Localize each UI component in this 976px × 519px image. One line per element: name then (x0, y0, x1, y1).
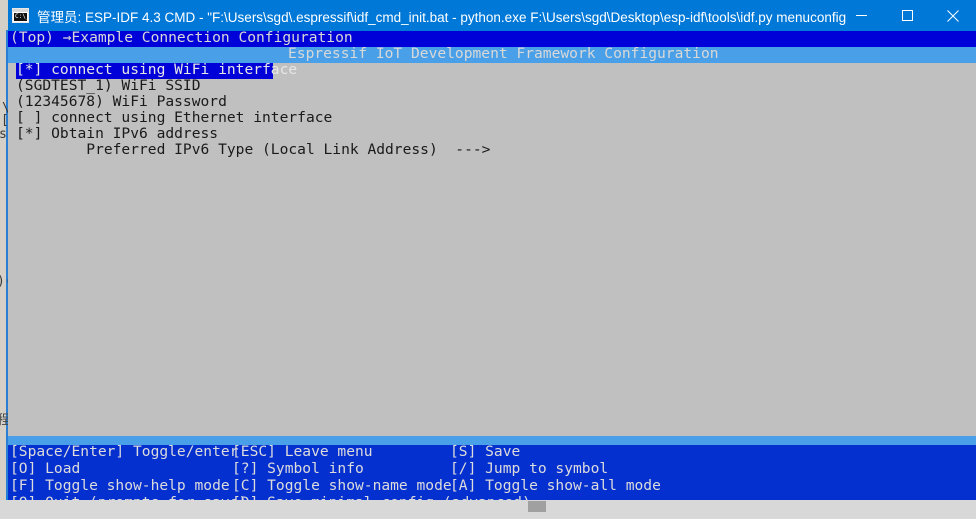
help-key-space-enter[interactable]: [Space/Enter] Toggle/enter (10, 444, 238, 460)
console-client-area[interactable]: (Top) →Example Connection Configuration … (8, 31, 976, 500)
menu-item-label: Preferred IPv6 Type (Local Link Address)… (16, 141, 491, 158)
window-controls (838, 0, 976, 31)
help-key-toggle-show-name[interactable]: [C] Toggle show-name mode (232, 478, 452, 494)
banner-title: Espressif IoT Development Framework Conf… (288, 45, 719, 62)
breadcrumb-text: (Top) →Example Connection Configuration (10, 31, 353, 46)
menu-list[interactable]: [*] connect using WiFi interface (SGDTES… (8, 61, 976, 159)
help-key-esc[interactable]: [ESC] Leave menu (232, 444, 373, 460)
help-key-load[interactable]: [O] Load (10, 461, 80, 477)
help-key-toggle-show-help[interactable]: [F] Toggle show-help mode (10, 478, 230, 494)
help-bar: [Space/Enter] Toggle/enter [ESC] Leave m… (8, 444, 976, 500)
horizontal-scrollbar-thumb[interactable] (528, 501, 546, 512)
menu-item-label: (12345678) WiFi Password (16, 93, 227, 110)
console-window: C:\_ 管理员: ESP-IDF 4.3 CMD - "F:\Users\sg… (8, 0, 976, 500)
menu-item-preferred-ipv6-type[interactable]: Preferred IPv6 Type (Local Link Address)… (8, 141, 976, 159)
help-key-toggle-show-all[interactable]: [A] Toggle show-all mode (450, 478, 661, 494)
window-title: 管理员: ESP-IDF 4.3 CMD - "F:\Users\sgd\.es… (37, 9, 847, 25)
help-key-symbol-info[interactable]: [?] Symbol info (232, 461, 364, 477)
help-key-jump-to-symbol[interactable]: [/] Jump to symbol (450, 461, 608, 477)
menu-item-label: [*] connect using WiFi interface (16, 61, 298, 78)
close-button[interactable] (930, 0, 976, 31)
maximize-button[interactable] (884, 0, 930, 31)
help-key-save[interactable]: [S] Save (450, 444, 520, 460)
minimize-button[interactable] (838, 0, 884, 31)
cmd-icon-glyph: C:\_ (14, 13, 27, 21)
menu-item-label: [*] Obtain IPv6 address (16, 125, 219, 142)
menu-item-label: (SGDTEST_1) WiFi SSID (16, 77, 201, 94)
title-bar[interactable]: C:\_ 管理员: ESP-IDF 4.3 CMD - "F:\Users\sg… (8, 0, 976, 31)
cmd-console-icon: C:\_ (12, 8, 29, 23)
desktop-bottom-strip (0, 500, 976, 519)
menu-item-connect-using-wifi-interface[interactable]: [*] connect using WiFi interface (8, 61, 976, 79)
menu-item-label: [ ] connect using Ethernet interface (16, 109, 333, 126)
